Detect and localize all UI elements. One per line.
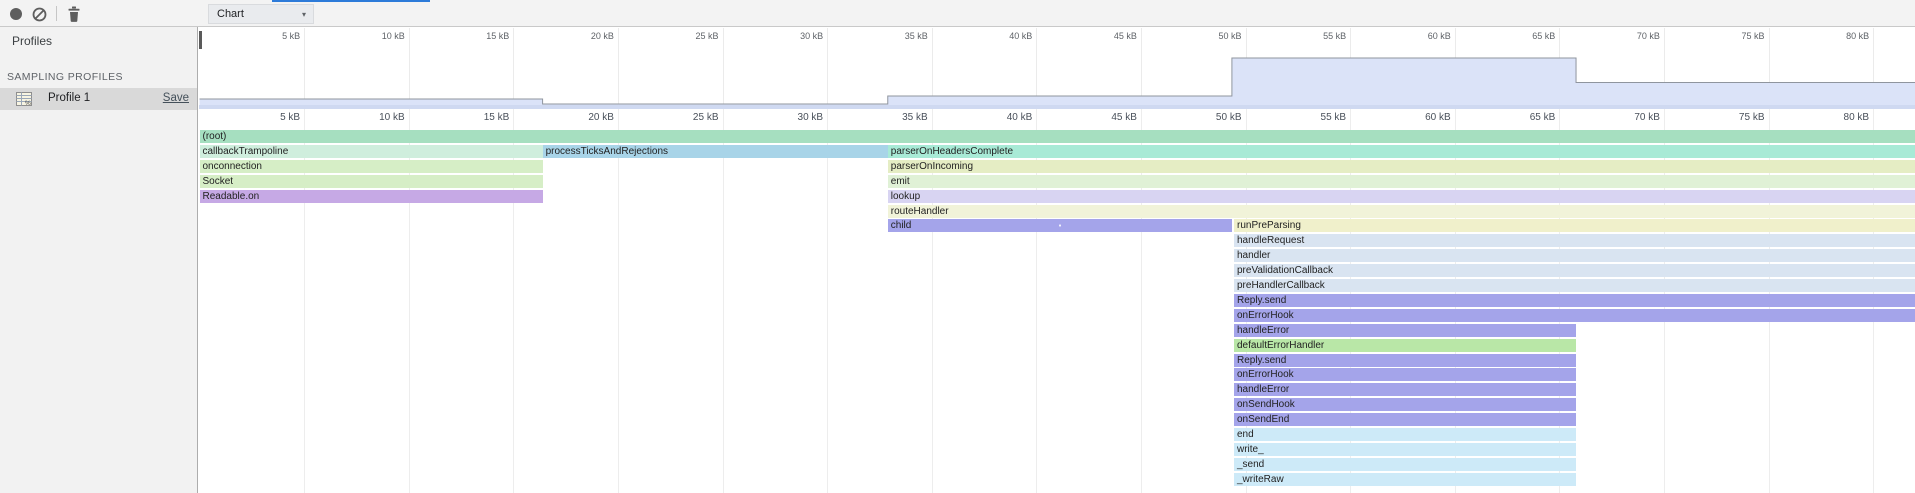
flame-frame[interactable]: (root)	[200, 130, 1915, 143]
flame-frame[interactable]: parserOnHeadersComplete	[888, 145, 1915, 158]
view-mode-select[interactable]: Chart ▾	[208, 4, 314, 24]
flame-frame[interactable]: onSendEnd	[1234, 413, 1576, 426]
flame-frame[interactable]: _writeRaw	[1234, 473, 1576, 486]
sidebar-title: Profiles	[12, 34, 52, 48]
flame-frame[interactable]: defaultErrorHandler	[1234, 339, 1576, 352]
flame-frame[interactable]: onErrorHook	[1234, 368, 1576, 381]
flame-chart: (root) callbackTrampolineprocessTicksAndR…	[199, 27, 1915, 493]
flame-frame[interactable]: runPreParsing	[1234, 219, 1915, 232]
toolbar: Chart ▾	[0, 0, 1915, 27]
flame-frame[interactable]: handler	[1234, 249, 1915, 262]
flame-frame[interactable]: end	[1234, 428, 1576, 441]
heap-profile-icon: %	[16, 91, 32, 107]
flame-frame[interactable]: Reply.send	[1234, 294, 1915, 307]
sidebar-item-profile-1[interactable]: % Profile 1 Save	[0, 88, 197, 110]
flame-frame[interactable]: preValidationCallback	[1234, 264, 1915, 277]
flame-frame[interactable]: handleError	[1234, 383, 1576, 396]
flame-frame[interactable]: emit	[888, 175, 1915, 188]
flame-frame[interactable]: write_	[1234, 443, 1576, 456]
toolbar-separator	[56, 6, 57, 21]
flame-frame[interactable]: Socket	[200, 175, 543, 188]
flame-frame[interactable]: onErrorHook	[1234, 309, 1915, 322]
selected-tab-indicator	[272, 0, 430, 2]
flame-frame[interactable]: _send	[1234, 458, 1576, 471]
sampling-profiles-header: SAMPLING PROFILES	[7, 71, 123, 83]
flame-frame[interactable]: preHandlerCallback	[1234, 279, 1915, 292]
flame-frame[interactable]: onSendHook	[1234, 398, 1576, 411]
flame-frame[interactable]: handleError	[1234, 324, 1576, 337]
flame-frame[interactable]: onconnection	[200, 160, 543, 173]
flame-frame[interactable]: Readable.on	[200, 190, 543, 203]
memory-flame-chart-pane: 5 kB10 kB15 kB20 kB25 kB30 kB35 kB40 kB4…	[199, 27, 1915, 493]
flame-frame[interactable]: processTicksAndRejections	[543, 145, 888, 158]
record-icon	[9, 7, 23, 21]
flame-frame[interactable]: parserOnIncoming	[888, 160, 1915, 173]
profile-name: Profile 1	[48, 92, 90, 104]
flame-frame[interactable]: callbackTrampoline	[200, 145, 543, 158]
flame-frame[interactable]: routeHandler	[888, 205, 1915, 218]
trash-icon	[67, 6, 81, 22]
flame-frame[interactable]: Reply.send	[1234, 354, 1576, 367]
clear-button[interactable]	[31, 5, 47, 23]
flame-frame[interactable]: child	[888, 219, 1232, 232]
save-profile-link[interactable]: Save	[163, 92, 189, 104]
flame-frame[interactable]: handleRequest	[1234, 234, 1915, 247]
profiles-sidebar: Profiles SAMPLING PROFILES % Profile 1 S…	[0, 27, 198, 493]
record-button[interactable]	[8, 5, 24, 23]
block-icon	[32, 7, 47, 22]
chevron-down-icon: ▾	[302, 6, 306, 24]
view-mode-value: Chart	[217, 8, 244, 20]
svg-text:%: %	[25, 100, 31, 107]
flame-frame[interactable]: lookup	[888, 190, 1915, 203]
delete-profile-button[interactable]	[66, 5, 82, 23]
